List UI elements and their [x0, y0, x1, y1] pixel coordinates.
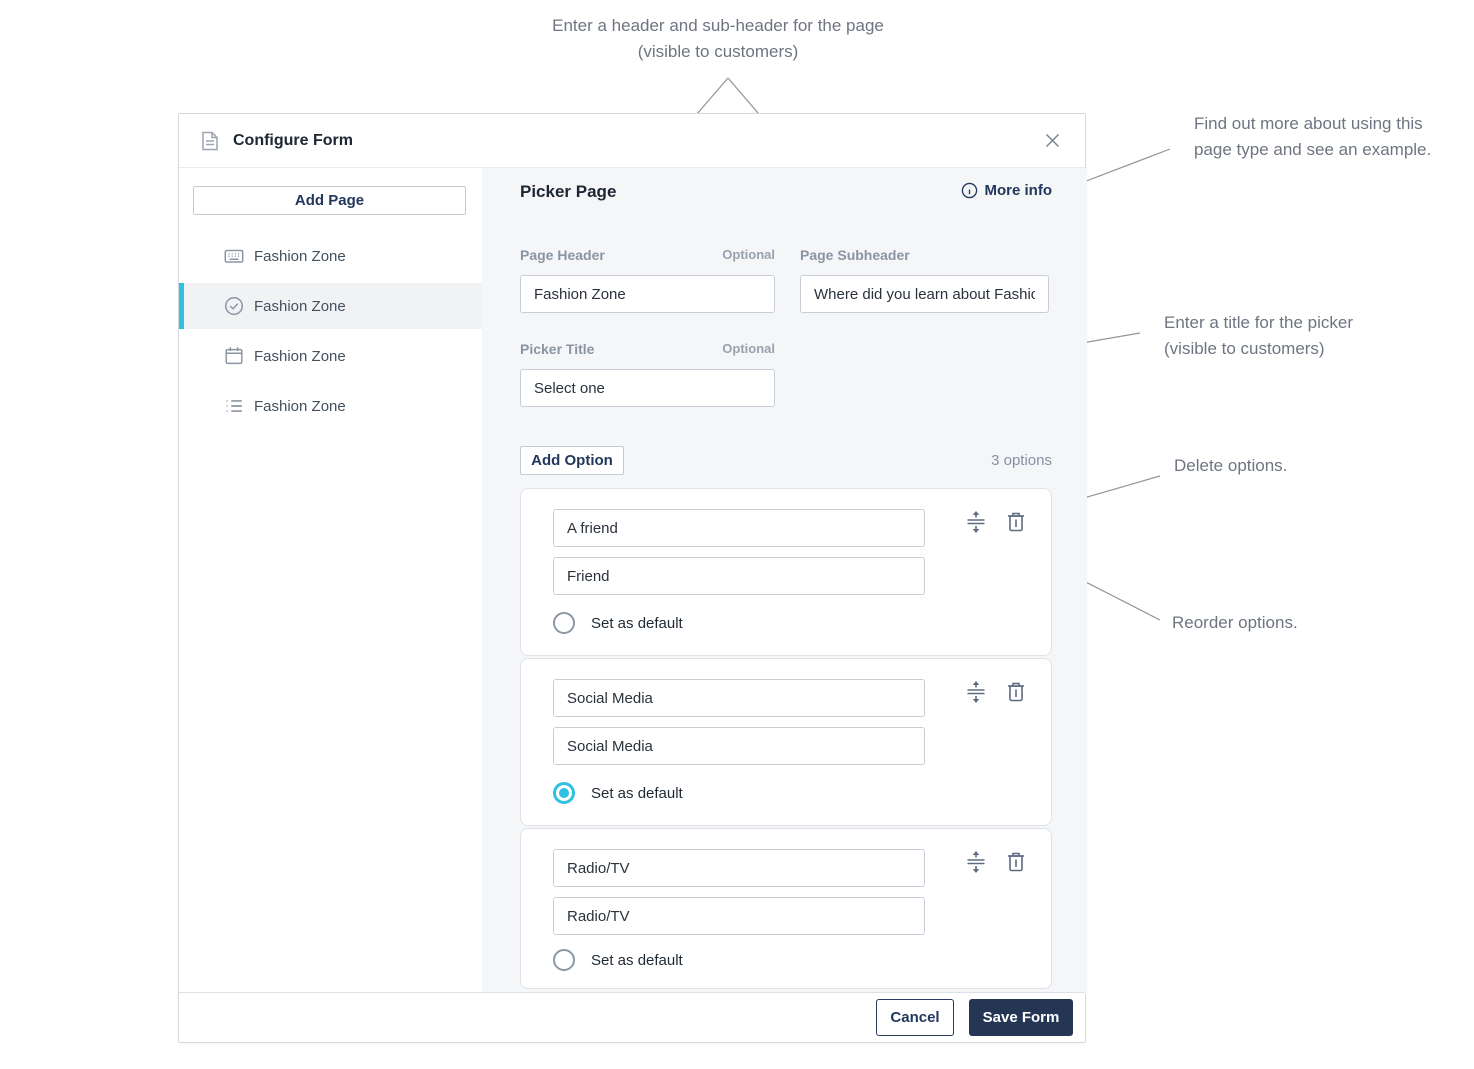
cancel-label: Cancel	[890, 1009, 939, 1026]
add-option-label: Add Option	[531, 452, 613, 469]
note-more-info: Find out more about using this page type…	[1194, 111, 1454, 163]
page-header-label-row: Page Header Optional	[520, 247, 775, 263]
option-3-label-input[interactable]	[553, 897, 925, 935]
dialog-header: Configure Form	[179, 114, 1085, 168]
page-header-input[interactable]	[520, 275, 775, 313]
pages-sidebar: Add Page Fashion Zone	[179, 168, 482, 994]
radio-checked-icon[interactable]	[553, 782, 575, 804]
calendar-icon	[223, 345, 245, 367]
note-line: Delete options.	[1174, 453, 1287, 479]
reorder-handle-icon[interactable]	[963, 849, 989, 875]
close-icon[interactable]	[1041, 130, 1063, 152]
dialog-title: Configure Form	[233, 132, 353, 150]
cancel-button[interactable]: Cancel	[876, 999, 954, 1036]
page-canvas: Enter a header and sub-header for the pa…	[0, 0, 1474, 1069]
option-1-label-input[interactable]	[553, 557, 925, 595]
more-info-link[interactable]: More info	[961, 182, 1053, 199]
note-line: Reorder options.	[1172, 610, 1298, 636]
option-2-value-input[interactable]	[553, 679, 925, 717]
option-2-label-input[interactable]	[553, 727, 925, 765]
note-picker-title: Enter a title for the picker (visible to…	[1164, 310, 1404, 362]
option-2-default-radio-row[interactable]: Set as default	[553, 779, 683, 807]
add-page-label: Add Page	[295, 192, 364, 209]
option-card-3: Set as default	[520, 828, 1052, 989]
add-option-button[interactable]: Add Option	[520, 446, 624, 475]
option-card-2: Set as default	[520, 658, 1052, 826]
optional-tag: Optional	[722, 247, 775, 263]
trash-icon[interactable]	[1003, 509, 1029, 535]
option-card-1: Set as default	[520, 488, 1052, 656]
page-header-label: Page Header	[520, 247, 605, 263]
page-subheader-label: Page Subheader	[800, 247, 910, 263]
selection-bar	[179, 383, 184, 429]
set-as-default-label: Set as default	[591, 615, 683, 632]
document-icon	[201, 131, 219, 151]
note-line: Enter a header and sub-header for the pa…	[500, 13, 936, 39]
trash-icon[interactable]	[1003, 679, 1029, 705]
page-subheader-input[interactable]	[800, 275, 1049, 313]
save-form-button[interactable]: Save Form	[969, 999, 1073, 1036]
set-as-default-label: Set as default	[591, 785, 683, 802]
sidebar-item-label: Fashion Zone	[254, 398, 346, 415]
add-page-button[interactable]: Add Page	[193, 186, 466, 215]
note-delete-options: Delete options.	[1174, 453, 1287, 479]
note-line: page type and see an example.	[1194, 137, 1454, 163]
configure-form-dialog: Configure Form Add Page Fash	[178, 113, 1086, 1043]
set-as-default-label: Set as default	[591, 952, 683, 969]
save-form-label: Save Form	[983, 1009, 1060, 1026]
note-line: Enter a title for the picker	[1164, 310, 1404, 336]
radio-unchecked-icon[interactable]	[553, 612, 575, 634]
option-1-value-input[interactable]	[553, 509, 925, 547]
options-count: 3 options	[991, 452, 1052, 469]
optional-tag: Optional	[722, 341, 775, 357]
panel-title: Picker Page	[520, 182, 616, 202]
sidebar-item-label: Fashion Zone	[254, 248, 346, 265]
selection-bar	[179, 333, 184, 379]
selection-bar	[179, 233, 184, 279]
trash-icon[interactable]	[1003, 849, 1029, 875]
note-line: Find out more about using this	[1194, 111, 1454, 137]
sidebar-item-page-1[interactable]: Fashion Zone	[179, 233, 482, 279]
picker-page-panel: Picker Page More info Page Header Option…	[482, 168, 1087, 994]
dialog-footer: Cancel Save Form	[179, 992, 1085, 1042]
reorder-handle-icon[interactable]	[963, 679, 989, 705]
more-info-label: More info	[985, 182, 1053, 199]
keyboard-icon	[223, 245, 245, 267]
radio-unchecked-icon[interactable]	[553, 949, 575, 971]
option-3-default-radio-row[interactable]: Set as default	[553, 946, 683, 974]
check-circle-icon	[223, 295, 245, 317]
picker-title-input[interactable]	[520, 369, 775, 407]
note-reorder-options: Reorder options.	[1172, 610, 1298, 636]
sidebar-item-page-4[interactable]: Fashion Zone	[179, 383, 482, 429]
picker-title-label-row: Picker Title Optional	[520, 341, 775, 357]
note-line: (visible to customers)	[1164, 336, 1404, 362]
selection-bar	[179, 283, 184, 329]
page-subheader-label-row: Page Subheader	[800, 247, 1049, 263]
sidebar-item-page-2-selected[interactable]: Fashion Zone	[179, 283, 482, 329]
reorder-handle-icon[interactable]	[963, 509, 989, 535]
picker-title-label: Picker Title	[520, 341, 594, 357]
sidebar-item-label: Fashion Zone	[254, 298, 346, 315]
note-line: (visible to customers)	[500, 39, 936, 65]
note-header-subheader: Enter a header and sub-header for the pa…	[500, 13, 936, 65]
info-icon	[961, 182, 978, 199]
list-icon	[223, 395, 245, 417]
option-1-default-radio-row[interactable]: Set as default	[553, 609, 683, 637]
option-3-value-input[interactable]	[553, 849, 925, 887]
sidebar-item-label: Fashion Zone	[254, 348, 346, 365]
sidebar-item-page-3[interactable]: Fashion Zone	[179, 333, 482, 379]
